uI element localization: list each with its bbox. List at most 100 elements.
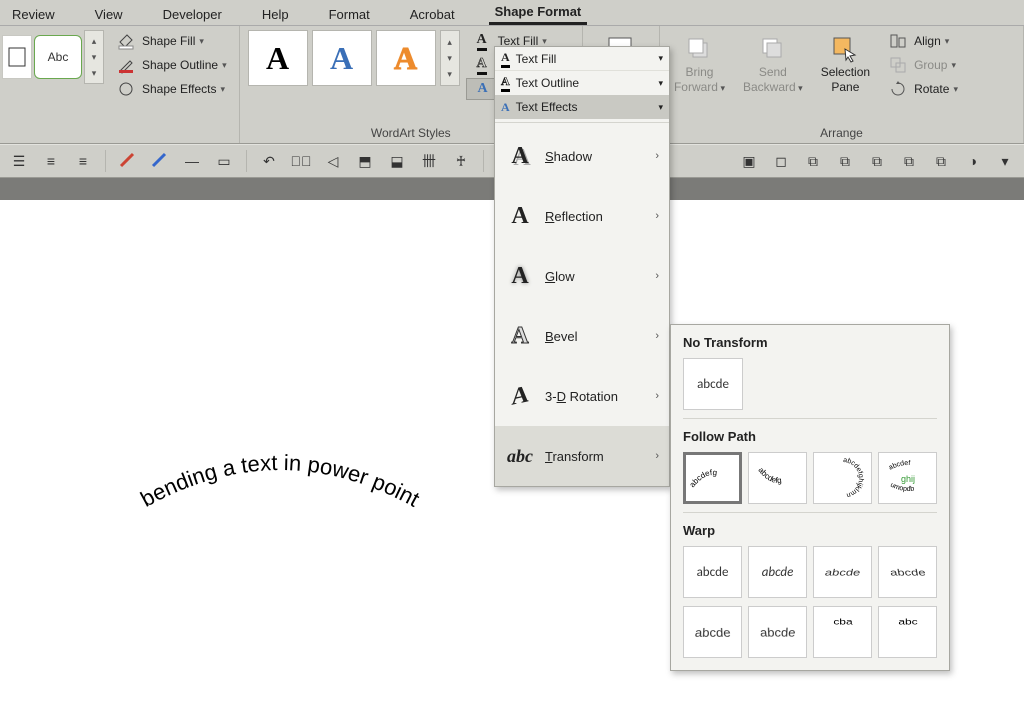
- text-effects-menu: A Text Fill ▾ A Text Outline ▾ A Text Ef…: [494, 46, 670, 487]
- qat-group8[interactable]: ▾: [992, 148, 1018, 174]
- selection-pane-button[interactable]: Selection Pane: [815, 30, 876, 98]
- warp-2[interactable]: abcde: [748, 546, 807, 598]
- wordart-style-1[interactable]: A: [248, 30, 308, 86]
- qat-btn-1[interactable]: ☰: [6, 148, 32, 174]
- fx-bevel[interactable]: A Bevel›: [495, 306, 669, 366]
- tab-shape-format[interactable]: Shape Format: [489, 1, 588, 25]
- qat-group6[interactable]: ⧉: [928, 148, 954, 174]
- tab-format[interactable]: Format: [323, 4, 376, 25]
- svg-text:abc: abc: [898, 618, 917, 627]
- transform-icon: abc: [505, 441, 535, 471]
- tab-review[interactable]: Review: [6, 4, 61, 25]
- menu-bar: Review View Developer Help Format Acroba…: [0, 0, 1024, 26]
- qat-group1[interactable]: ◻: [768, 148, 794, 174]
- warp-7[interactable]: cbacba: [813, 606, 872, 658]
- qat-btn-2[interactable]: ≡: [38, 148, 64, 174]
- qat-group5[interactable]: ⧉: [896, 148, 922, 174]
- qat-btn-13[interactable]: 卌: [416, 148, 442, 174]
- reflection-icon: A: [505, 201, 535, 231]
- warp-5[interactable]: abcde: [683, 606, 742, 658]
- group-objects-button[interactable]: Group: [882, 54, 962, 76]
- align-button[interactable]: Align: [882, 30, 962, 52]
- qat-btn-9[interactable]: �⃠: [288, 148, 314, 174]
- shape-gallery-scroll[interactable]: ▴▾▾: [84, 30, 104, 84]
- text-outline-icon: A: [470, 53, 494, 77]
- tab-developer[interactable]: Developer: [157, 4, 228, 25]
- qat-btn-12[interactable]: ⬓: [384, 148, 410, 174]
- group-label-shapestyles: [2, 125, 231, 143]
- qat-crop[interactable]: ▣: [736, 148, 762, 174]
- qat-group3[interactable]: ⧉: [832, 148, 858, 174]
- qat-btn-5[interactable]: [147, 148, 173, 174]
- qat-btn-3[interactable]: ≡: [70, 148, 96, 174]
- qat-group2[interactable]: ⧉: [800, 148, 826, 174]
- glow-icon: A: [505, 261, 535, 291]
- text-effects-row[interactable]: A Text Effects ▾: [495, 95, 669, 119]
- svg-text:abcdefghijklmn: abcdefghijklmn: [842, 457, 863, 499]
- shape-preview-label: Abc: [48, 50, 69, 64]
- warp-8[interactable]: abcabc: [878, 606, 937, 658]
- tab-view[interactable]: View: [89, 4, 129, 25]
- tab-help[interactable]: Help: [256, 4, 295, 25]
- shape-style-thumb-2[interactable]: Abc: [34, 35, 82, 79]
- text-fill-row[interactable]: A Text Fill ▾: [495, 47, 669, 71]
- follow-path-arch-down[interactable]: abcdefg: [748, 452, 807, 504]
- text-fill-icon: A: [470, 29, 494, 53]
- align-icon: [886, 29, 910, 53]
- follow-path-button[interactable]: abcdef ghij umopdb: [878, 452, 937, 504]
- qat-group7[interactable]: ◑: [960, 148, 986, 174]
- qat-btn-10[interactable]: ◁: [320, 148, 346, 174]
- qat-btn-14[interactable]: ♰: [448, 148, 474, 174]
- qat-btn-11[interactable]: ⬒: [352, 148, 378, 174]
- fx-glow[interactable]: A Glow›: [495, 246, 669, 306]
- shape-fill-button[interactable]: Shape Fill: [110, 30, 231, 52]
- curved-text-content: bending a text in power point: [136, 450, 423, 512]
- follow-path-circle[interactable]: abcdefghijklmn: [813, 452, 872, 504]
- transform-panel: No Transform abcde Follow Path abcdefg a…: [670, 324, 950, 671]
- shape-style-thumb-1[interactable]: [2, 35, 32, 79]
- rotate-icon: [886, 77, 910, 101]
- bring-forward-icon: [684, 34, 714, 64]
- group-icon: [886, 53, 910, 77]
- wordart-style-2[interactable]: A: [312, 30, 372, 86]
- text-outline-row[interactable]: A Text Outline ▾: [495, 71, 669, 95]
- bevel-icon: A: [505, 321, 535, 351]
- rotate-button[interactable]: Rotate: [882, 78, 962, 100]
- shape-effects-label: Shape Effects: [142, 82, 217, 96]
- fx-3d-rotation[interactable]: A 3-D Rotation›: [495, 366, 669, 426]
- warp-1[interactable]: abcde: [683, 546, 742, 598]
- svg-text:abcdefg: abcdefg: [687, 468, 717, 489]
- shape-effects-button[interactable]: Shape Effects: [110, 78, 231, 100]
- shape-style-gallery[interactable]: Abc ▴▾▾: [2, 30, 104, 84]
- bring-forward-button[interactable]: Bring Forward: [668, 30, 731, 98]
- shape-outline-button[interactable]: Shape Outline: [110, 54, 231, 76]
- qat-group4[interactable]: ⧉: [864, 148, 890, 174]
- follow-path-header: Follow Path: [683, 429, 937, 444]
- warp-6[interactable]: abcde: [748, 606, 807, 658]
- warp-4[interactable]: abcde: [878, 546, 937, 598]
- qat-btn-6[interactable]: —: [179, 148, 205, 174]
- shape-outline-label: Shape Outline: [142, 58, 218, 72]
- shadow-icon: A: [505, 141, 535, 171]
- rotation-icon: A: [505, 378, 535, 414]
- qat-btn-4[interactable]: [115, 148, 141, 174]
- qat-btn-7[interactable]: ▭: [211, 148, 237, 174]
- warp-header: Warp: [683, 523, 937, 538]
- svg-text:ghij: ghij: [900, 474, 914, 484]
- group-arrange: Bring Forward Send Backward Selection Pa…: [660, 26, 1024, 143]
- wordart-gallery-scroll[interactable]: ▴▾▾: [440, 30, 460, 86]
- send-backward-icon: [758, 34, 788, 64]
- warp-3[interactable]: abcde: [813, 546, 872, 598]
- fx-shadow[interactable]: A Shadow›: [495, 126, 669, 186]
- no-transform-tile[interactable]: abcde: [683, 358, 743, 410]
- send-backward-button[interactable]: Send Backward: [737, 30, 809, 98]
- follow-path-arch-up[interactable]: abcdefg: [683, 452, 742, 504]
- fx-reflection[interactable]: A Reflection›: [495, 186, 669, 246]
- wordart-style-3[interactable]: A: [376, 30, 436, 86]
- fx-transform[interactable]: abc Transform›: [495, 426, 669, 486]
- svg-text:abcdefg: abcdefg: [756, 466, 782, 485]
- qat-btn-8[interactable]: ↶: [256, 148, 282, 174]
- svg-text:abcdef: abcdef: [887, 460, 910, 472]
- curved-text-object[interactable]: bending a text in power point: [100, 420, 460, 540]
- tab-acrobat[interactable]: Acrobat: [404, 4, 461, 25]
